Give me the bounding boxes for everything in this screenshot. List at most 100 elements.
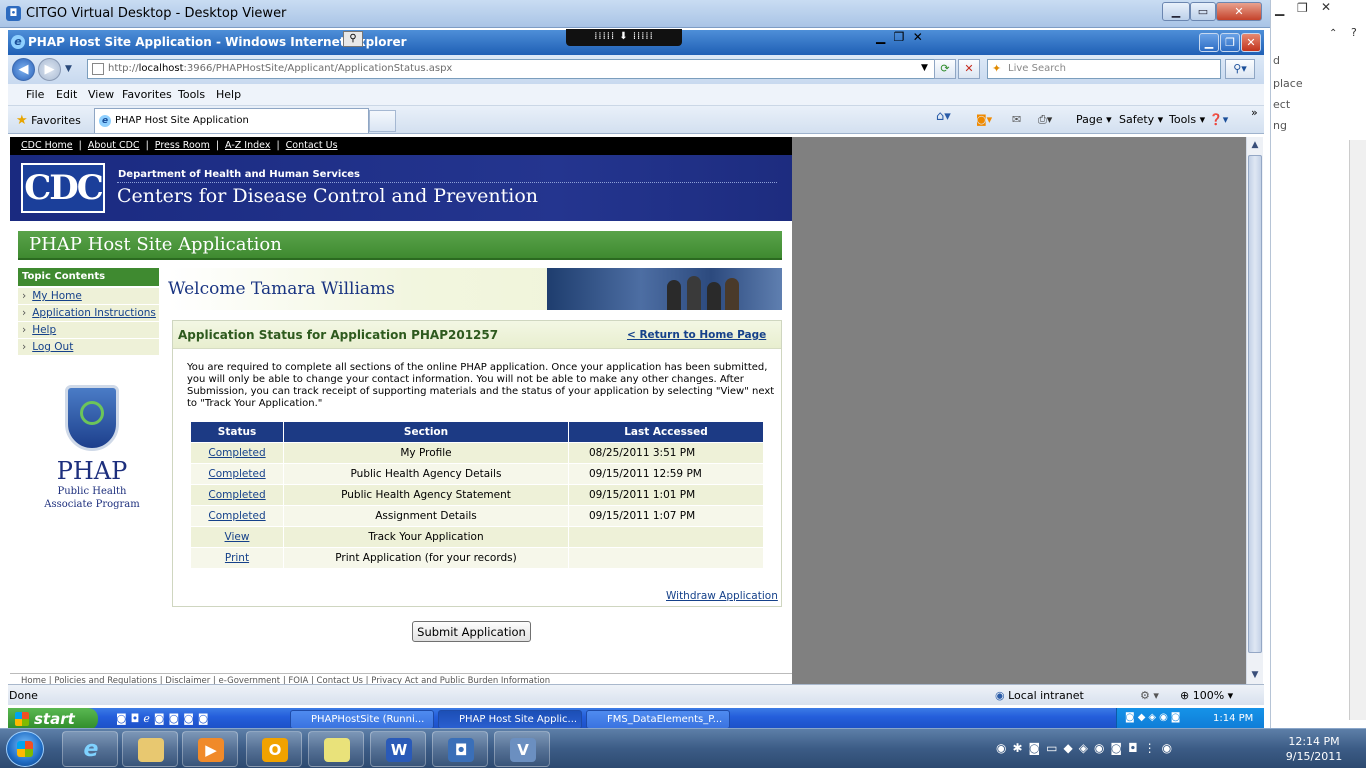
- last-accessed-cell: [569, 548, 763, 568]
- column-header-status: Status: [191, 422, 283, 442]
- menu-file[interactable]: File: [26, 88, 44, 101]
- read-mail-icon[interactable]: ✉: [1012, 113, 1021, 126]
- task-fms-dataelements[interactable]: FMS_DataElements_P...: [586, 710, 730, 729]
- outer-minimize-button[interactable]: ▁: [1162, 2, 1190, 21]
- sidebar-item-my-home[interactable]: › My Home: [18, 288, 159, 305]
- new-tab-button[interactable]: [369, 110, 396, 132]
- host-minimize-button[interactable]: ▁: [1275, 2, 1284, 22]
- host-close-button[interactable]: ✕: [1321, 0, 1331, 20]
- status-cell: Print: [191, 548, 283, 568]
- host-restore-button[interactable]: ❐: [1297, 1, 1308, 21]
- sidebar-item-log-out[interactable]: › Log Out: [18, 339, 159, 356]
- view-link[interactable]: View: [225, 531, 250, 543]
- url-dropdown-icon[interactable]: ▼: [916, 59, 933, 79]
- link-about-cdc[interactable]: About CDC: [88, 140, 140, 151]
- xp-start-button[interactable]: start: [8, 708, 98, 730]
- host-scrollbar[interactable]: [1349, 140, 1366, 720]
- menu-edit[interactable]: Edit: [56, 88, 77, 101]
- search-button[interactable]: ⚲▾: [1225, 59, 1255, 79]
- citrix-toolbar-handle[interactable]: ⁞⁞⁞⁞⁞ ⬇ ⁞⁞⁞⁞⁞: [566, 29, 682, 46]
- sidebar-arrow-icon: ›: [22, 341, 27, 353]
- menu-help[interactable]: Help: [216, 88, 241, 101]
- outer-window-titlebar[interactable]: ◘ CITGO Virtual Desktop - Desktop Viewer…: [0, 0, 1270, 28]
- taskbar-outlook-button[interactable]: O: [246, 731, 302, 767]
- status-link[interactable]: Completed: [208, 510, 265, 522]
- sidebar-item-application-instructions[interactable]: › Application Instructions: [18, 305, 159, 322]
- taskbar-notes-button[interactable]: [308, 731, 364, 767]
- citrix-receiver-icon: V: [510, 738, 536, 762]
- taskbar-explorer-button[interactable]: [122, 731, 178, 767]
- ie-minimize-button[interactable]: ▁: [1199, 33, 1219, 52]
- home-icon[interactable]: ⌂▾: [936, 109, 951, 124]
- menu-favorites[interactable]: Favorites: [122, 88, 172, 101]
- back-button[interactable]: ◀: [12, 58, 35, 81]
- citrix-pin-icon[interactable]: ⚲: [343, 31, 363, 47]
- windows-flag-icon: [15, 712, 29, 726]
- footer-links[interactable]: Home | Policies and Regulations | Discla…: [10, 673, 792, 684]
- sidebar-item-help[interactable]: › Help: [18, 322, 159, 339]
- win7-start-button[interactable]: [6, 731, 44, 767]
- overflow-chevron-icon[interactable]: »: [1251, 106, 1258, 119]
- link-a-z-index[interactable]: A-Z Index: [225, 140, 270, 151]
- feeds-icon[interactable]: ◙▾: [976, 113, 992, 126]
- win7-tray-icons[interactable]: ◉✱◙▭◆◈◉◙◘⋮◉: [996, 741, 1178, 755]
- protected-mode-icon[interactable]: ⚙ ▾: [1140, 689, 1159, 702]
- tools-menu[interactable]: Tools ▾: [1169, 113, 1205, 126]
- zoom-icon: ⊕: [1180, 689, 1190, 702]
- refresh-button[interactable]: ⟳: [934, 59, 956, 79]
- safety-menu-label: Safety: [1119, 113, 1155, 126]
- security-zone-label: Local intranet: [1008, 689, 1084, 702]
- url-field[interactable]: http://localhost:3966/PHAPHostSite/Appli…: [87, 59, 939, 79]
- history-dropdown-icon[interactable]: ▼: [65, 64, 72, 74]
- address-bar-row: ◀ ▶ ▼ http://localhost:3966/PHAPHostSite…: [8, 55, 1264, 84]
- win7-clock[interactable]: 12:14 PM 9/15/2011: [1278, 734, 1350, 764]
- outer-maximize-button[interactable]: ▭: [1190, 2, 1216, 21]
- print-icon[interactable]: ⎙▾: [1038, 113, 1052, 127]
- scrollbar-thumb[interactable]: [1248, 155, 1262, 653]
- media-player-icon: ▶: [198, 738, 224, 762]
- favorites-button[interactable]: ★ Favorites: [16, 113, 81, 128]
- page-menu-label: Page: [1076, 113, 1103, 126]
- taskbar-ie-button[interactable]: e: [62, 731, 118, 767]
- zoom-control[interactable]: ⊕ 100% ▾: [1180, 689, 1233, 702]
- taskbar-media-player-button[interactable]: ▶: [182, 731, 238, 767]
- host-chevron-up-icon[interactable]: ⌃: [1329, 28, 1337, 48]
- safety-menu[interactable]: Safety ▾: [1119, 113, 1163, 126]
- link-cdc-home[interactable]: CDC Home: [21, 140, 73, 151]
- scroll-down-icon[interactable]: ▼: [1247, 667, 1263, 683]
- cdc-logo[interactable]: CDC: [21, 163, 105, 213]
- word-icon: W: [386, 738, 412, 762]
- menu-tools[interactable]: Tools: [178, 88, 205, 101]
- status-link[interactable]: Completed: [208, 468, 265, 480]
- ie-maximize-button[interactable]: ❐: [1220, 33, 1240, 52]
- taskbar-desktop-viewer-button[interactable]: ◘: [432, 731, 488, 767]
- taskbar-word-button[interactable]: W: [370, 731, 426, 767]
- task-phap-host-site-application[interactable]: PHAP Host Site Applic...: [438, 710, 582, 729]
- scroll-up-icon[interactable]: ▲: [1247, 137, 1263, 153]
- security-zone[interactable]: ◉ Local intranet: [995, 689, 1084, 702]
- status-link[interactable]: Completed: [208, 489, 265, 501]
- link-contact-us[interactable]: Contact Us: [286, 140, 338, 151]
- stop-button[interactable]: ✕: [958, 59, 980, 79]
- return-home-link[interactable]: < Return to Home Page: [627, 329, 766, 341]
- taskbar-citrix-button[interactable]: V: [494, 731, 550, 767]
- tab-phap-host-site[interactable]: e PHAP Host Site Application: [94, 108, 369, 133]
- submit-application-button[interactable]: Submit Application: [412, 621, 531, 642]
- host-help-icon[interactable]: ?: [1351, 26, 1357, 46]
- withdraw-application-link[interactable]: Withdraw Application: [666, 590, 778, 602]
- print-link[interactable]: Print: [225, 552, 249, 564]
- forward-button[interactable]: ▶: [38, 58, 61, 81]
- page-menu[interactable]: Page ▾: [1076, 113, 1112, 126]
- citrix-window-controls[interactable]: ▁ ❐ ✕: [876, 30, 936, 46]
- xp-tray-icons[interactable]: ◙◆◈◉◙: [1125, 712, 1184, 723]
- page-scrollbar[interactable]: ▲ ▼: [1246, 137, 1263, 684]
- live-search-input[interactable]: ✦ Live Search: [987, 59, 1221, 79]
- status-link[interactable]: Completed: [208, 447, 265, 459]
- outer-close-button[interactable]: ✕: [1216, 2, 1262, 21]
- quick-launch-icons[interactable]: ◙◘ℯ◙◙◙◙: [116, 712, 213, 725]
- task-phaphostsite[interactable]: PHAPHostSite (Runni...: [290, 710, 434, 729]
- link-press-room[interactable]: Press Room: [155, 140, 210, 151]
- ie-close-button[interactable]: ✕: [1241, 33, 1261, 52]
- menu-view[interactable]: View: [88, 88, 114, 101]
- help-icon[interactable]: ❓▾: [1209, 113, 1228, 126]
